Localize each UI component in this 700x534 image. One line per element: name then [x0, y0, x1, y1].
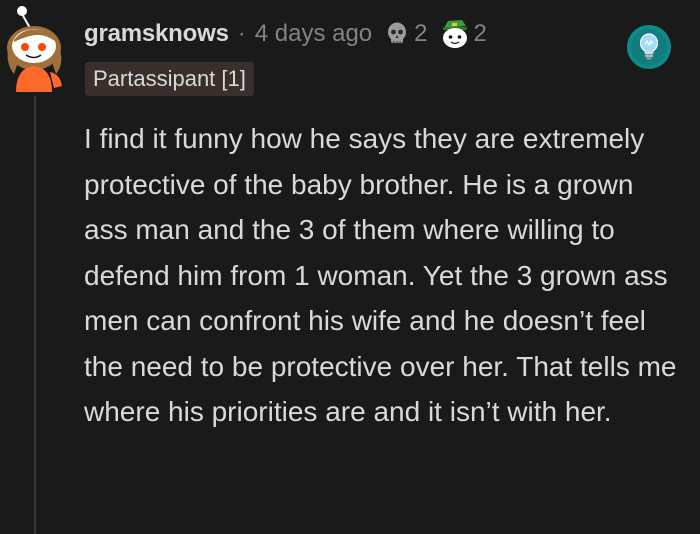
award-count: 2 — [473, 20, 487, 47]
comment-meta: gramsknows · 4 days ago 2 2 — [84, 18, 487, 50]
comment-body: I find it funny how he says they are ext… — [84, 123, 677, 427]
snoo-avatar-icon — [7, 6, 62, 92]
award-leprechaun[interactable]: 2 — [438, 18, 487, 50]
username-link[interactable]: gramsknows — [84, 20, 229, 48]
user-flair: Partassipant [1] — [85, 62, 254, 96]
award-skull[interactable]: 2 — [386, 20, 428, 48]
award-count: 2 — [414, 20, 428, 47]
skull-award-icon — [388, 22, 407, 44]
meta-separator: · — [237, 20, 246, 47]
lightbulb-badge[interactable] — [626, 24, 672, 70]
user-avatar[interactable] — [4, 2, 74, 92]
thread-line[interactable] — [34, 96, 36, 534]
comment: gramsknows · 4 days ago 2 2 Partassipant… — [0, 0, 700, 534]
lightbulb-icon — [627, 25, 671, 69]
timestamp[interactable]: 4 days ago — [255, 20, 372, 48]
leprechaun-award-icon — [442, 20, 467, 48]
